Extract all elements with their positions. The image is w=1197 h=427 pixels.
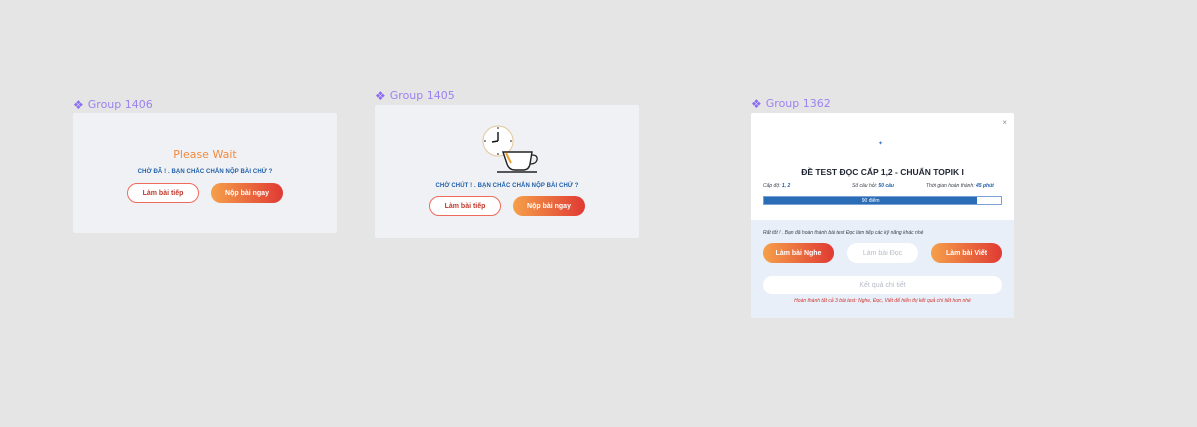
- detailed-results-button[interactable]: Kết quả chi tiết: [763, 276, 1002, 294]
- wait-moment-dialog: CHỜ CHÚT ! . BẠN CHẮC CHẮN NỘP BÀI CHỨ ?…: [375, 105, 639, 238]
- component-icon: ❖: [375, 88, 386, 103]
- dialog-title: Please Wait: [173, 148, 237, 161]
- confirm-message: CHỜ CHÚT ! . BẠN CHẮC CHẮN NỘP BÀI CHỨ ?: [435, 183, 579, 189]
- frame-label-text: Group 1362: [765, 97, 831, 110]
- component-icon: ❖: [751, 96, 762, 111]
- score-text: 90 điểm: [861, 197, 880, 204]
- completion-warning: Hoàn thành tất cả 3 bài test: Nghe, Đọc,…: [794, 298, 971, 304]
- close-icon[interactable]: ×: [1002, 118, 1007, 127]
- frame-label-group-1405: ❖ Group 1405: [375, 89, 455, 102]
- level-label: Cấp độ:: [763, 183, 781, 189]
- test-result-dialog: × ✦ ĐỀ TEST ĐỌC CẤP 1,2 - CHUẨN TOPIK I …: [751, 113, 1014, 318]
- continue-test-button[interactable]: Làm bài tiếp: [127, 183, 199, 203]
- time-info: Thời gian hoàn thành: 45 phút: [926, 183, 994, 189]
- score-progress-bar: 90 điểm: [763, 196, 1002, 205]
- level-info: Cấp độ: 1, 2: [763, 183, 790, 189]
- continue-test-button[interactable]: Làm bài tiếp: [429, 196, 501, 216]
- questions-label: Số câu hỏi:: [852, 183, 878, 189]
- questions-info: Số câu hỏi: 50 câu: [852, 183, 894, 189]
- frame-label-text: Group 1406: [87, 98, 153, 111]
- frame-label-text: Group 1405: [389, 89, 455, 102]
- time-label: Thời gian hoàn thành:: [926, 183, 975, 189]
- component-icon: ❖: [73, 97, 84, 112]
- questions-value: 50 câu: [878, 183, 894, 189]
- please-wait-dialog: Please Wait CHỜ ĐÃ ! . BẠN CHẮC CHẮN NỘP…: [73, 113, 337, 233]
- frame-label-group-1406: ❖ Group 1406: [73, 98, 153, 111]
- submit-now-button[interactable]: Nộp bài ngay: [211, 183, 283, 203]
- writing-test-button[interactable]: Làm bài Viết: [931, 243, 1002, 263]
- frame-label-group-1362: ❖ Group 1362: [751, 97, 831, 110]
- level-value: 1, 2: [781, 183, 791, 189]
- test-title: ĐỀ TEST ĐỌC CẤP 1,2 - CHUẨN TOPIK I: [801, 167, 964, 177]
- reading-test-button[interactable]: Làm bài Đọc: [847, 243, 918, 263]
- clock-coffee-icon: [482, 125, 538, 173]
- time-value: 45 phút: [976, 183, 994, 189]
- confirm-message: CHỜ ĐÃ ! . BẠN CHẮC CHẮN NỘP BÀI CHỨ ?: [137, 169, 273, 175]
- submit-now-button[interactable]: Nộp bài ngay: [513, 196, 585, 216]
- listening-test-button[interactable]: Làm bài Nghe: [763, 243, 834, 263]
- sparkle-icon: ✦: [878, 141, 884, 147]
- completion-note: Rất tốt ! . Bạn đã hoàn thành bài test Đ…: [763, 230, 924, 236]
